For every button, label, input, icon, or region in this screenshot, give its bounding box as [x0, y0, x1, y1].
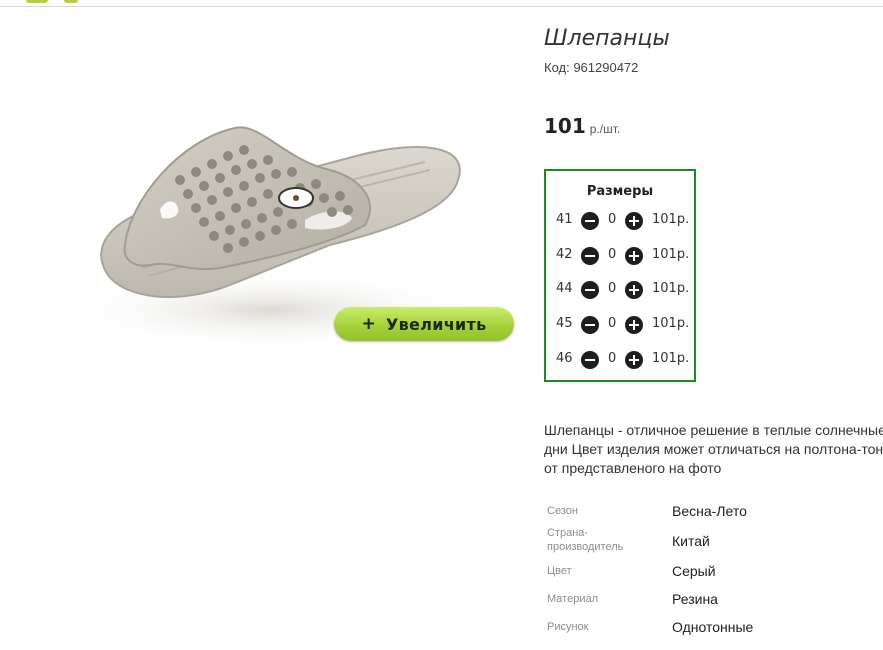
attribute-label: Материал: [547, 593, 598, 605]
size-quantity: 0: [608, 212, 617, 227]
zoom-button-label: Увеличить: [386, 314, 487, 334]
plus-icon[interactable]: [625, 247, 643, 265]
plus-icon[interactable]: [625, 351, 643, 369]
attribute-value: Китай: [672, 533, 710, 549]
price-unit: р./шт.: [589, 122, 621, 136]
top-divider: [0, 6, 883, 7]
size-price: 101р.: [652, 316, 690, 331]
product-description: Шлепанцы - отличное решение в теплые сол…: [544, 422, 883, 476]
size-quantity: 0: [608, 247, 617, 262]
product-code: Код: 961290472: [544, 60, 639, 75]
attribute-value: Серый: [672, 563, 716, 579]
product-title: Шлепанцы: [544, 26, 670, 51]
size-quantity: 0: [608, 316, 617, 331]
plus-icon[interactable]: [625, 212, 643, 230]
plus-icon[interactable]: [625, 281, 643, 299]
attribute-label: Рисунок: [547, 621, 589, 633]
size-number: 44: [556, 281, 573, 296]
attribute-value: Весна-Лето: [672, 503, 747, 519]
size-quantity: 0: [608, 351, 617, 366]
plus-icon[interactable]: [625, 316, 643, 334]
attribute-label: Сезон: [547, 505, 578, 517]
size-row: 45 0 101р.: [546, 315, 694, 335]
minus-icon[interactable]: [581, 351, 599, 369]
size-price: 101р.: [652, 212, 690, 227]
size-price: 101р.: [652, 281, 690, 296]
size-quantity: 0: [608, 281, 617, 296]
attribute-label: Страна-производитель: [547, 527, 624, 553]
size-row: 42 0 101р.: [546, 246, 694, 266]
size-number: 41: [556, 212, 573, 227]
size-row: 44 0 101р.: [546, 280, 694, 300]
size-row: 41 0 101р.: [546, 211, 694, 231]
sizes-panel: Размеры 41 0 101р. 42 0 101р. 44 0 101р.…: [544, 169, 696, 382]
minus-icon[interactable]: [581, 316, 599, 334]
size-price: 101р.: [652, 351, 690, 366]
price-amount: 101: [544, 114, 586, 138]
minus-icon[interactable]: [581, 212, 599, 230]
size-row: 46 0 101р.: [546, 350, 694, 370]
size-number: 42: [556, 247, 573, 262]
header-accent: [64, 0, 78, 3]
attribute-value: Однотонные: [672, 619, 754, 635]
product-price: 101 р./шт.: [544, 114, 620, 138]
zoom-button[interactable]: + Увеличить: [334, 307, 514, 341]
minus-icon[interactable]: [581, 281, 599, 299]
header-accent: [26, 0, 48, 3]
attribute-value: Резина: [672, 591, 718, 607]
minus-icon[interactable]: [581, 247, 599, 265]
size-price: 101р.: [652, 247, 690, 262]
attribute-label: Цвет: [547, 565, 572, 577]
sizes-title: Размеры: [586, 184, 654, 199]
size-number: 46: [556, 351, 573, 366]
size-number: 45: [556, 316, 573, 331]
plus-icon: +: [361, 314, 376, 334]
